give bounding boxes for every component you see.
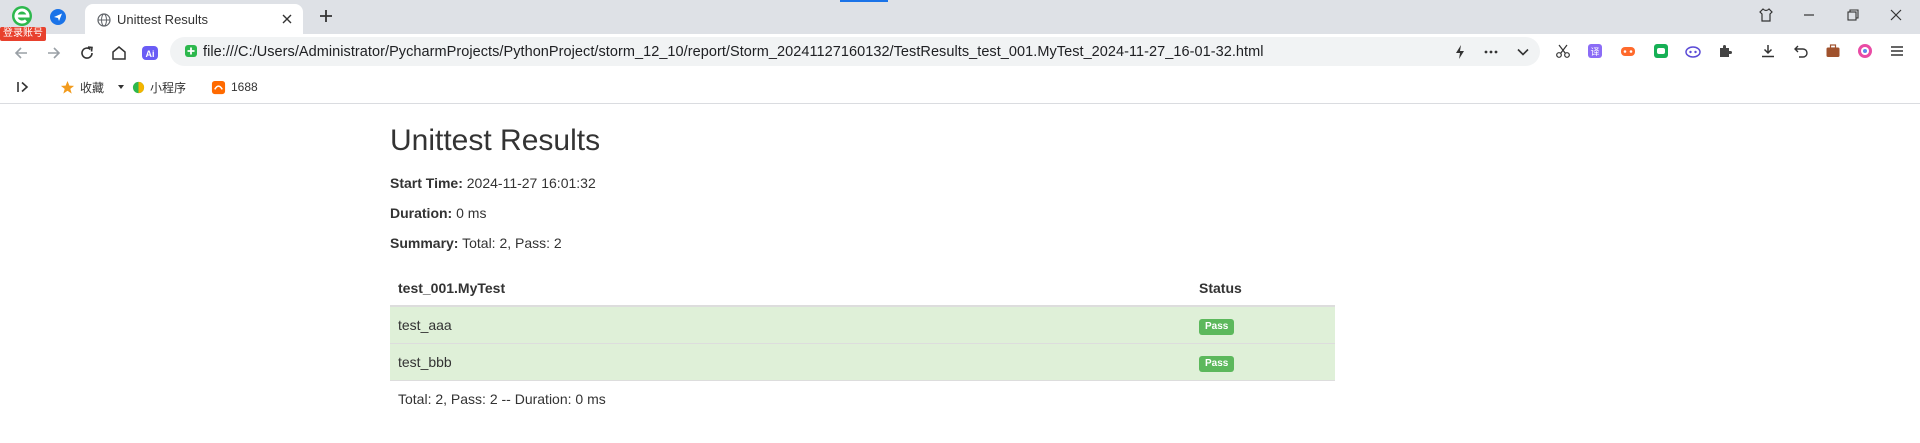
sidebar-toggle-icon[interactable]: [16, 80, 30, 94]
svg-text:Ai: Ai: [146, 49, 155, 59]
summary-line: Summary: Total: 2, Pass: 2: [390, 228, 1335, 258]
lightning-icon[interactable]: [1452, 44, 1468, 60]
tab-drop-indicator: [840, 0, 888, 2]
hamburger-menu-icon[interactable]: [1889, 43, 1905, 59]
duration-label: Duration:: [390, 205, 453, 221]
browser-toolbar: Ai file:///C:/Users/Administrator/Pychar…: [0, 34, 1920, 70]
tab-strip: 登录账号 Unittest Results: [0, 0, 1920, 41]
extensions-puzzle-icon[interactable]: [1717, 43, 1733, 59]
globe-icon: [97, 13, 111, 27]
bookmarks-bar: 收藏 小程序 1688: [0, 70, 1920, 104]
results-table: test_001.MyTest Status test_aaa Pass tes…: [390, 270, 1335, 416]
file-shield-icon[interactable]: [184, 44, 198, 58]
start-time-line: Start Time: 2024-11-27 16:01:32: [390, 168, 1335, 198]
back-arrow-icon[interactable]: [12, 44, 30, 62]
download-icon[interactable]: [1760, 43, 1776, 59]
active-tab[interactable]: Unittest Results: [85, 4, 303, 34]
forward-arrow-icon[interactable]: [45, 44, 63, 62]
login-account-badge[interactable]: 登录账号: [0, 27, 46, 41]
summary-value: Total: 2, Pass: 2: [462, 235, 562, 251]
minimize-icon[interactable]: [1801, 7, 1817, 23]
bookmark-label: 1688: [231, 80, 258, 94]
column-header-testcase: test_001.MyTest: [390, 270, 1191, 307]
new-tab-icon[interactable]: [318, 8, 334, 24]
table-header-row: test_001.MyTest Status: [390, 270, 1335, 307]
start-time-value: 2024-11-27 16:01:32: [466, 175, 596, 191]
table-footer-row: Total: 2, Pass: 2 -- Duration: 0 ms: [390, 380, 1335, 416]
report-page: Unittest Results Start Time: 2024-11-27 …: [390, 104, 1335, 416]
table-row: test_aaa Pass: [390, 305, 1335, 344]
star-icon: [60, 80, 75, 94]
status-cell: Pass: [1191, 343, 1335, 381]
start-time-label: Start Time:: [390, 175, 463, 191]
robot-icon[interactable]: [1685, 43, 1701, 59]
pinned-tab-icon[interactable]: [50, 9, 66, 25]
summary-label: Summary:: [390, 235, 459, 251]
duration-value: 0 ms: [456, 205, 487, 221]
more-dots-icon[interactable]: [1483, 44, 1499, 60]
1688-icon: [211, 80, 226, 94]
briefcase-icon[interactable]: [1825, 43, 1841, 59]
window-close-icon[interactable]: [1888, 7, 1904, 23]
tab-title: Unittest Results: [117, 12, 209, 27]
colorful-ring-icon[interactable]: [1857, 43, 1873, 59]
restore-icon[interactable]: [1845, 7, 1861, 23]
chevron-down-icon[interactable]: [1515, 44, 1531, 60]
scissors-icon[interactable]: [1555, 43, 1571, 59]
bookmark-label: 收藏: [80, 80, 105, 95]
column-header-status: Status: [1191, 270, 1335, 307]
home-icon[interactable]: [110, 44, 128, 62]
duration-line: Duration: 0 ms: [390, 198, 1335, 228]
bookmark-mini-program[interactable]: 小程序: [132, 78, 186, 96]
ai-assistant-icon[interactable]: Ai: [141, 44, 159, 62]
address-bar[interactable]: file:///C:/Users/Administrator/PycharmPr…: [170, 37, 1540, 66]
skin-shirt-icon[interactable]: [1758, 7, 1774, 23]
caret-down-icon[interactable]: [116, 82, 126, 92]
table-footer-summary: Total: 2, Pass: 2 -- Duration: 0 ms: [390, 380, 1335, 416]
status-cell: Pass: [1191, 305, 1335, 344]
bookmark-favorites[interactable]: 收藏: [60, 78, 131, 96]
status-badge: Pass: [1199, 318, 1235, 335]
svg-text:译: 译: [1590, 47, 1599, 58]
page-title: Unittest Results: [390, 124, 601, 157]
test-name-cell: test_bbb: [390, 343, 1191, 381]
wechat-icon[interactable]: [1653, 43, 1669, 59]
bookmark-1688[interactable]: 1688: [211, 78, 258, 96]
status-badge: Pass: [1199, 355, 1235, 372]
undo-icon[interactable]: [1793, 43, 1809, 59]
bookmark-label: 小程序: [150, 80, 187, 95]
table-row: test_bbb Pass: [390, 343, 1335, 381]
reload-icon[interactable]: [78, 44, 96, 62]
url-text[interactable]: file:///C:/Users/Administrator/PycharmPr…: [203, 44, 1264, 60]
game-controller-icon[interactable]: [1620, 43, 1636, 59]
translate-icon[interactable]: 译: [1587, 43, 1603, 59]
miniapp-icon: [132, 81, 145, 93]
test-name-cell: test_aaa: [390, 305, 1191, 344]
close-icon[interactable]: [281, 13, 293, 25]
